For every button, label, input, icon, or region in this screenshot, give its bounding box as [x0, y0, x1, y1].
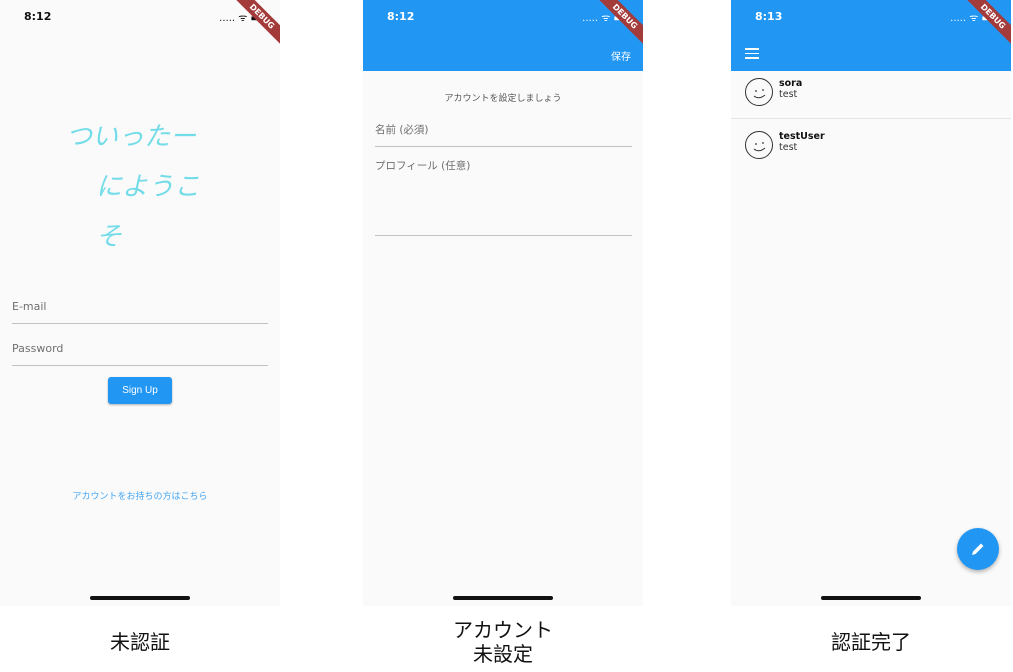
user-name: sora	[779, 78, 803, 89]
phone-unauthenticated: 8:12 ..... ᯤ ▬ DEBUG ついったー にようこそ E-mail …	[0, 0, 280, 606]
list-item[interactable]: testUser test	[731, 125, 1011, 175]
phone-authenticated: 8:13 ..... ᯤ ▬ DEBUG sora test testUser …	[731, 0, 1011, 606]
caption-account-setup: アカウント 未設定	[363, 618, 643, 666]
home-indicator	[821, 596, 921, 600]
menu-icon[interactable]	[745, 48, 759, 59]
home-indicator	[453, 596, 553, 600]
home-indicator	[90, 596, 190, 600]
pencil-icon	[972, 543, 984, 555]
setup-title: アカウントを設定しましょう	[444, 94, 562, 104]
name-placeholder: 名前 (必須)	[375, 124, 429, 136]
name-field[interactable]: 名前 (必須)	[375, 118, 632, 147]
email-field[interactable]: E-mail	[12, 296, 268, 324]
caption-line-1: アカウント	[453, 618, 553, 642]
caption-unauthenticated: 未認証	[110, 630, 170, 654]
password-placeholder: Password	[12, 342, 64, 355]
caption-authenticated: 認証完了	[831, 630, 911, 654]
welcome-line-2: にようこそ	[96, 172, 201, 252]
user-bio: test	[779, 142, 798, 153]
profile-field[interactable]: プロフィール (任意)	[375, 154, 632, 236]
user-bio: test	[779, 89, 798, 100]
welcome-line-1: ついったー	[66, 122, 197, 152]
divider	[731, 118, 1011, 119]
phone-account-setup: 8:12 ..... ᯤ ▬ DEBUG 保存 アカウントを設定しましょう 名前…	[363, 0, 643, 606]
stage: 8:12 ..... ᯤ ▬ DEBUG ついったー にようこそ E-mail …	[0, 0, 1013, 672]
debug-banner: DEBUG	[229, 0, 280, 50]
list-item[interactable]: sora test	[731, 72, 1011, 122]
profile-placeholder: プロフィール (任意)	[375, 160, 471, 172]
status-time: 8:12	[24, 10, 52, 23]
have-account-link[interactable]: アカウントをお持ちの方はこちら	[0, 489, 280, 502]
password-field[interactable]: Password	[12, 338, 268, 366]
avatar	[745, 78, 773, 106]
save-button[interactable]: 保存	[611, 48, 631, 63]
status-time: 8:13	[755, 10, 783, 23]
welcome-heading: ついったー にようこそ	[62, 112, 222, 262]
status-time: 8:12	[387, 10, 415, 23]
compose-button[interactable]	[957, 528, 999, 570]
sign-up-button[interactable]: Sign Up	[108, 377, 172, 404]
avatar	[745, 131, 773, 159]
user-name: testUser	[779, 131, 825, 142]
email-placeholder: E-mail	[12, 300, 47, 313]
caption-line-2: 未設定	[473, 642, 533, 666]
